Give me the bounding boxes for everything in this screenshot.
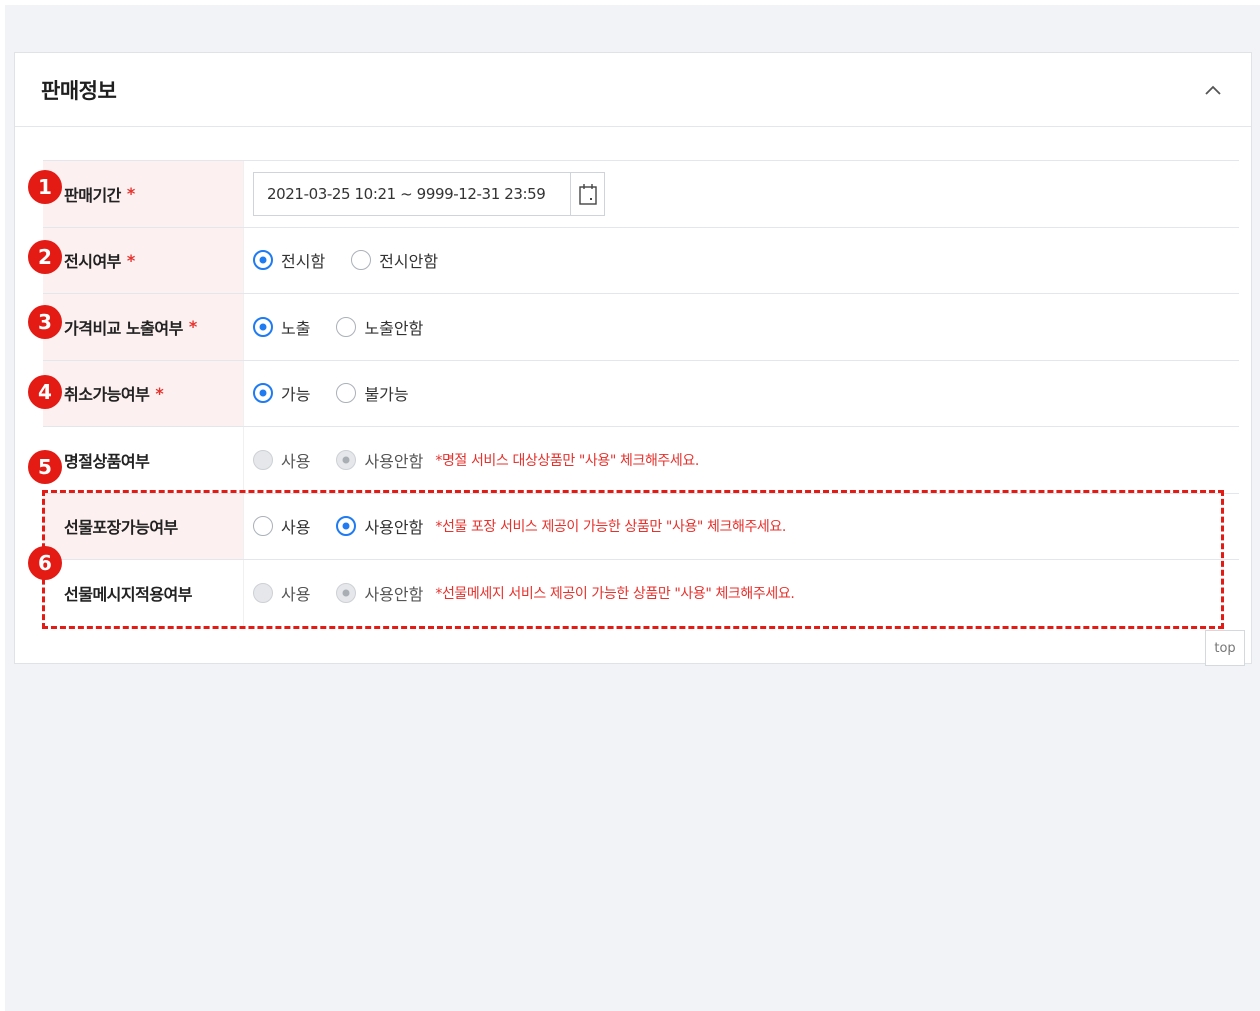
value-sale-period: 2021-03-25 10:21 ~ 9999-12-31 23:59 bbox=[243, 161, 1239, 227]
radio-button-checked[interactable] bbox=[253, 250, 273, 271]
row-sale-period: 판매기간 * 2021-03-25 10:21 ~ 9999-12-31 23:… bbox=[43, 161, 1239, 228]
required-mark: * bbox=[126, 184, 135, 204]
row-gift-wrap: 선물포장가능여부 사용 사용안함 *선물 포장 서비스 제공이 가능한 상품만 … bbox=[43, 493, 1239, 560]
radio-label: 노출안함 bbox=[364, 318, 424, 338]
label-price-compare: 가격비교 노출여부 * bbox=[43, 294, 243, 360]
value-display: 전시함 전시안함 bbox=[243, 227, 1239, 293]
collapse-button[interactable] bbox=[1199, 76, 1227, 104]
row-cancelable: 취소가능여부 * 가능 불가능 bbox=[43, 360, 1239, 427]
radio-button[interactable] bbox=[336, 316, 357, 337]
panel-title: 판매정보 bbox=[41, 78, 117, 103]
radio-button[interactable] bbox=[351, 250, 372, 271]
radio-button-disabled-checked[interactable] bbox=[336, 583, 357, 604]
radio-label: 가능 bbox=[281, 385, 311, 405]
radio-display-off[interactable]: 전시안함 bbox=[351, 248, 438, 272]
gift-wrap-note: *선물 포장 서비스 제공이 가능한 상품만 "사용" 체크해주세요. bbox=[435, 519, 786, 536]
value-gift-message: 사용 사용안함 *선물메세지 서비스 제공이 가능한 상품만 "사용" 체크해주… bbox=[243, 560, 1239, 627]
radio-cancel-on[interactable]: 가능 bbox=[253, 381, 310, 405]
cancelable-label: 취소가능여부 bbox=[64, 385, 150, 405]
label-holiday-product: 명절상품여부 bbox=[43, 427, 243, 493]
price-compare-label: 가격비교 노출여부 bbox=[64, 318, 183, 338]
radio-label: 사용 bbox=[281, 585, 311, 605]
holiday-product-label: 명절상품여부 bbox=[64, 451, 150, 471]
sale-period-label: 판매기간 bbox=[64, 185, 121, 205]
label-sale-period: 판매기간 * bbox=[43, 161, 243, 227]
display-label: 전시여부 bbox=[64, 252, 121, 272]
label-gift-message: 선물메시지적용여부 bbox=[43, 560, 243, 627]
holiday-note: *명절 서비스 대상상품만 "사용" 체크해주세요. bbox=[435, 452, 699, 469]
value-cancelable: 가능 불가능 bbox=[243, 360, 1239, 426]
radio-label: 사용 bbox=[281, 451, 311, 471]
radio-cancel-off[interactable]: 불가능 bbox=[336, 381, 409, 405]
sale-period-value: 2021-03-25 10:21 ~ 9999-12-31 23:59 bbox=[267, 184, 546, 203]
calendar-button[interactable] bbox=[570, 172, 604, 215]
annotation-badge: 4 bbox=[28, 375, 62, 409]
value-gift-wrap: 사용 사용안함 *선물 포장 서비스 제공이 가능한 상품만 "사용" 체크해주… bbox=[243, 493, 1239, 559]
radio-button-disabled[interactable] bbox=[253, 449, 273, 470]
label-display: 전시여부 * bbox=[43, 227, 243, 293]
required-mark: * bbox=[155, 383, 164, 403]
radio-button-checked[interactable] bbox=[253, 383, 273, 404]
radio-label: 전시함 bbox=[281, 252, 326, 272]
radio-button-disabled-checked[interactable] bbox=[336, 449, 357, 470]
row-display: 전시여부 * 전시함 전시안함 bbox=[43, 227, 1239, 294]
radio-button-checked[interactable] bbox=[253, 316, 273, 337]
value-holiday-product: 사용 사용안함 *명절 서비스 대상상품만 "사용" 체크해주세요. bbox=[243, 427, 1239, 493]
row-gift-message: 선물메시지적용여부 사용 사용안함 *선물메세지 서비스 제공이 가능한 상품만… bbox=[43, 560, 1239, 627]
sale-period-input[interactable]: 2021-03-25 10:21 ~ 9999-12-31 23:59 bbox=[253, 171, 605, 216]
radio-button[interactable] bbox=[336, 383, 357, 404]
row-price-compare: 가격비교 노출여부 * 노출 노출안함 bbox=[43, 294, 1239, 361]
label-gift-wrap: 선물포장가능여부 bbox=[43, 493, 243, 559]
radio-label: 불가능 bbox=[364, 385, 409, 405]
annotation-badge: 1 bbox=[28, 170, 62, 204]
radio-label: 노출 bbox=[281, 318, 311, 338]
sales-form-table: 판매기간 * 2021-03-25 10:21 ~ 9999-12-31 23:… bbox=[43, 160, 1239, 627]
radio-giftwrap-unuse[interactable]: 사용안함 bbox=[336, 514, 423, 538]
radio-expose-on[interactable]: 노출 bbox=[253, 315, 310, 339]
annotation-badge: 6 bbox=[28, 546, 62, 580]
annotation-badge: 3 bbox=[28, 305, 62, 339]
label-cancelable: 취소가능여부 * bbox=[43, 360, 243, 426]
radio-label: 사용 bbox=[281, 518, 311, 538]
radio-label: 사용안함 bbox=[364, 518, 424, 538]
radio-holiday-unuse[interactable]: 사용안함 bbox=[336, 448, 423, 472]
radio-display-on[interactable]: 전시함 bbox=[253, 248, 325, 272]
radio-button[interactable] bbox=[253, 516, 273, 537]
annotation-badge: 2 bbox=[28, 240, 62, 274]
radio-button-checked[interactable] bbox=[336, 516, 357, 537]
row-holiday-product: 명절상품여부 사용 사용안함 *명절 서비스 대상상품만 "사용" 체크해주세요… bbox=[43, 427, 1239, 494]
annotation-badge: 5 bbox=[28, 450, 62, 484]
chevron-up-icon bbox=[1205, 85, 1221, 95]
required-mark: * bbox=[126, 250, 135, 270]
gift-message-label: 선물메시지적용여부 bbox=[64, 585, 192, 605]
gift-message-note: *선물메세지 서비스 제공이 가능한 상품만 "사용" 체크해주세요. bbox=[435, 586, 795, 603]
radio-holiday-use[interactable]: 사용 bbox=[253, 448, 310, 472]
radio-label: 사용안함 bbox=[364, 451, 424, 471]
radio-label: 전시안함 bbox=[379, 252, 439, 272]
radio-giftmsg-use[interactable]: 사용 bbox=[253, 581, 310, 605]
radio-giftmsg-unuse[interactable]: 사용안함 bbox=[336, 581, 423, 605]
required-mark: * bbox=[188, 317, 197, 337]
calendar-icon bbox=[578, 183, 597, 205]
gift-wrap-label: 선물포장가능여부 bbox=[64, 518, 178, 538]
radio-button-disabled[interactable] bbox=[253, 583, 273, 604]
radio-expose-off[interactable]: 노출안함 bbox=[336, 315, 423, 339]
radio-giftwrap-use[interactable]: 사용 bbox=[253, 514, 310, 538]
sales-info-panel: 판매정보 판매기간 * 2021-03-25 10:21 ~ 9999-12-3… bbox=[14, 52, 1252, 664]
panel-header: 판매정보 bbox=[15, 53, 1251, 127]
radio-label: 사용안함 bbox=[364, 585, 424, 605]
value-price-compare: 노출 노출안함 bbox=[243, 294, 1239, 360]
scroll-top-button[interactable]: top bbox=[1205, 630, 1245, 666]
